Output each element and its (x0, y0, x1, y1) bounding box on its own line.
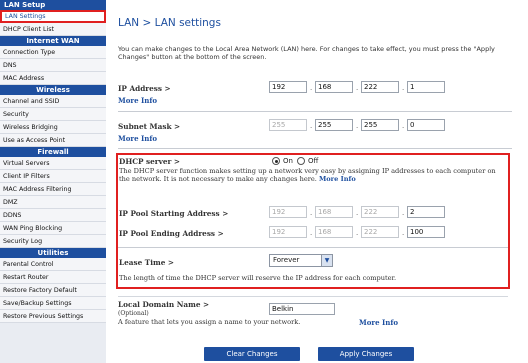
sidebar-item-channel-ssid[interactable]: Channel and SSID (0, 95, 106, 108)
subnet-octet-3[interactable]: 255 (361, 119, 399, 131)
dhcp-more-info-link[interactable]: More Info (319, 175, 356, 183)
sidebar-item-wireless-bridging[interactable]: Wireless Bridging (0, 121, 106, 134)
domain-more-info-link[interactable]: More Info (359, 318, 398, 327)
sidebar-item-ddns[interactable]: DDNS (0, 209, 106, 222)
sidebar-item-dhcp-client-list[interactable]: DHCP Client List (0, 23, 106, 36)
domain-optional-note: (Optional) (118, 310, 149, 317)
lease-time-note: The length of time the DHCP server will … (119, 274, 397, 282)
sidebar-section-utilities: Utilities (0, 248, 106, 258)
ip-more-info-link[interactable]: More Info (118, 96, 157, 105)
divider (118, 247, 508, 248)
sidebar-item-dns[interactable]: DNS (0, 59, 106, 72)
ip-address-label: IP Address > (118, 84, 171, 93)
apply-changes-button[interactable]: Apply Changes (318, 347, 414, 361)
subnet-octet-4[interactable]: 0 (407, 119, 445, 131)
pool-start-octet-1: 192 (269, 206, 307, 218)
pool-end-octet-4[interactable]: 100 (407, 226, 445, 238)
divider (118, 296, 508, 297)
pool-end-octet-3: 222 (361, 226, 399, 238)
sidebar-item-restore-factory[interactable]: Restore Factory Default (0, 284, 106, 297)
dot-separator: . (356, 229, 359, 237)
domain-name-input[interactable]: Belkin (269, 303, 335, 315)
sidebar-item-wan-ping-blocking[interactable]: WAN Ping Blocking (0, 222, 106, 235)
ip-octet-3[interactable]: 222 (361, 81, 399, 93)
divider (118, 148, 512, 149)
sidebar-item-security[interactable]: Security (0, 108, 106, 121)
dhcp-server-label: DHCP server > (119, 157, 181, 166)
page-title: LAN > LAN settings (118, 17, 221, 29)
sidebar: LAN Setup LAN Settings DHCP Client List … (0, 0, 106, 363)
dot-separator: . (402, 209, 405, 217)
dot-separator: . (310, 229, 313, 237)
dot-separator: . (356, 122, 359, 130)
dot-separator: . (402, 229, 405, 237)
dhcp-on-label: On (283, 157, 293, 165)
ip-octet-1[interactable]: 192 (269, 81, 307, 93)
lease-time-select[interactable]: Forever ▼ (269, 254, 333, 267)
pool-end-label: IP Pool Ending Address > (119, 229, 224, 238)
sidebar-item-connection-type[interactable]: Connection Type (0, 46, 106, 59)
ip-octet-2[interactable]: 168 (315, 81, 353, 93)
pool-start-octet-4[interactable]: 2 (407, 206, 445, 218)
pool-end-octet-2: 168 (315, 226, 353, 238)
dot-separator: . (356, 209, 359, 217)
ip-octet-4[interactable]: 1 (407, 81, 445, 93)
sidebar-item-parental-control[interactable]: Parental Control (0, 258, 106, 271)
clear-changes-button[interactable]: Clear Changes (204, 347, 300, 361)
dhcp-off-radio[interactable] (297, 157, 305, 165)
domain-name-label: Local Domain Name > (118, 300, 210, 309)
sidebar-section-wireless: Wireless (0, 85, 106, 95)
dot-separator: . (310, 84, 313, 92)
lease-time-label: Lease Time > (119, 258, 175, 267)
page-intro: You can make changes to the Local Area N… (118, 45, 495, 61)
sidebar-item-access-point[interactable]: Use as Access Point (0, 134, 106, 147)
sidebar-item-restore-previous[interactable]: Restore Previous Settings (0, 310, 106, 323)
sidebar-section-firewall: Firewall (0, 147, 106, 157)
dhcp-description: The DHCP server function makes setting u… (119, 167, 496, 183)
dot-separator: . (310, 209, 313, 217)
sidebar-item-lan-settings[interactable]: LAN Settings (0, 10, 106, 23)
subnet-mask-label: Subnet Mask > (118, 122, 181, 131)
sidebar-item-client-ip-filters[interactable]: Client IP Filters (0, 170, 106, 183)
sidebar-item-mac-filtering[interactable]: MAC Address Filtering (0, 183, 106, 196)
pool-start-octet-2: 168 (315, 206, 353, 218)
sidebar-item-security-log[interactable]: Security Log (0, 235, 106, 248)
pool-end-octet-1: 192 (269, 226, 307, 238)
subnet-more-info-link[interactable]: More Info (118, 134, 157, 143)
dot-separator: . (402, 122, 405, 130)
chevron-down-icon: ▼ (321, 255, 332, 266)
domain-description: A feature that lets you assign a name to… (118, 318, 301, 326)
sidebar-item-save-backup[interactable]: Save/Backup Settings (0, 297, 106, 310)
subnet-octet-2[interactable]: 255 (315, 119, 353, 131)
dhcp-off-label: Off (308, 157, 319, 165)
dhcp-on-radio[interactable] (272, 157, 280, 165)
sidebar-section-lan-setup: LAN Setup (0, 0, 106, 10)
dot-separator: . (402, 84, 405, 92)
dot-separator: . (356, 84, 359, 92)
dot-separator: . (310, 122, 313, 130)
divider (118, 111, 512, 112)
sidebar-item-mac-address[interactable]: MAC Address (0, 72, 106, 85)
pool-start-label: IP Pool Starting Address > (119, 209, 229, 218)
sidebar-item-dmz[interactable]: DMZ (0, 196, 106, 209)
sidebar-section-internet-wan: Internet WAN (0, 36, 106, 46)
sidebar-item-virtual-servers[interactable]: Virtual Servers (0, 157, 106, 170)
pool-start-octet-3: 222 (361, 206, 399, 218)
lease-time-value: Forever (273, 256, 300, 264)
subnet-octet-1: 255 (269, 119, 307, 131)
sidebar-item-restart-router[interactable]: Restart Router (0, 271, 106, 284)
